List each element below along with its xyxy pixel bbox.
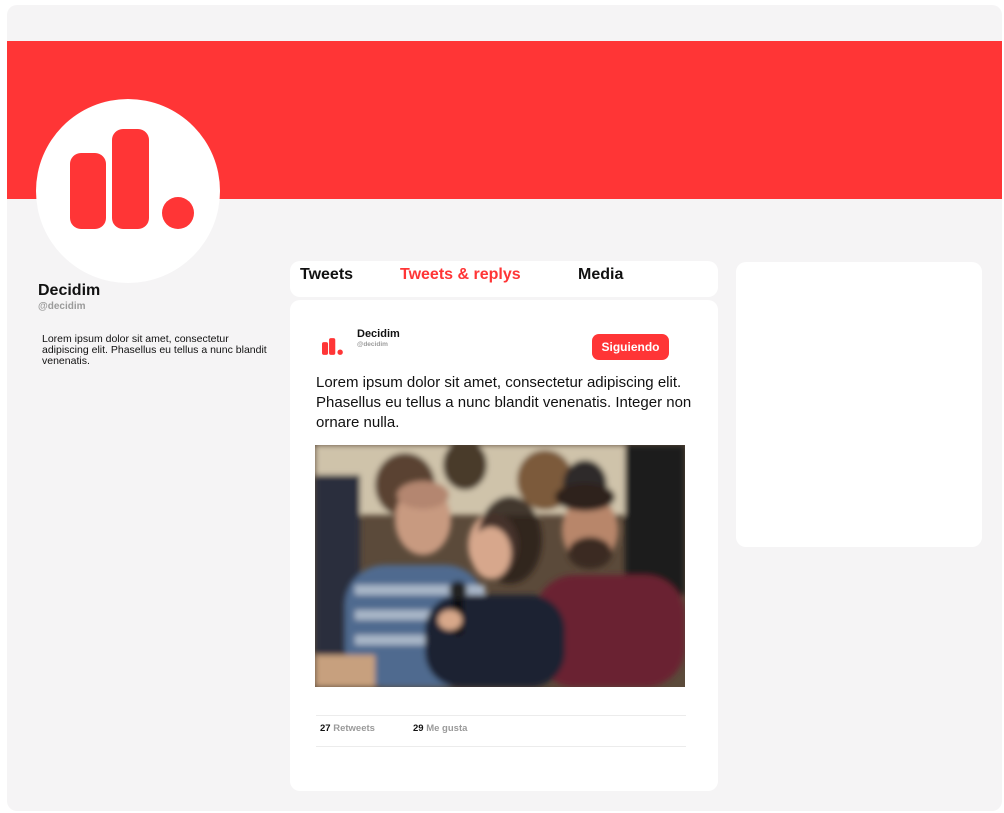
- profile-name: Decidim: [38, 282, 101, 299]
- likes-stat[interactable]: 29 Me gusta: [413, 723, 467, 734]
- tab-media[interactable]: Media: [578, 266, 623, 284]
- retweets-count: 27: [320, 723, 331, 734]
- timeline-tabs: Tweets Tweets & replys Media: [290, 261, 718, 297]
- tweet-image[interactable]: [315, 445, 685, 687]
- tweet-card: Decidim @decidim Siguiendo Lorem ipsum d…: [290, 300, 718, 791]
- retweets-label: Retweets: [333, 723, 375, 734]
- divider: [316, 746, 686, 747]
- likes-label: Me gusta: [426, 723, 468, 734]
- profile-avatar[interactable]: [36, 99, 220, 283]
- profile-handle: @decidim: [38, 301, 86, 312]
- app-frame: Decidim @decidim Lorem ipsum dolor sit a…: [7, 5, 1002, 811]
- likes-count: 29: [413, 723, 424, 734]
- decidim-logo-icon: [70, 129, 194, 229]
- tab-tweets-and-replies[interactable]: Tweets & replys: [400, 266, 521, 284]
- tweet-author-handle: @decidim: [357, 341, 388, 348]
- photo-of-people-at-meeting: [315, 445, 685, 687]
- profile-bio: Lorem ipsum dolor sit amet, consectetur …: [42, 333, 267, 367]
- retweets-stat[interactable]: 27 Retweets: [320, 723, 375, 734]
- tweet-text: Lorem ipsum dolor sit amet, consectetur …: [316, 374, 692, 431]
- following-button[interactable]: Siguiendo: [592, 334, 669, 360]
- decidim-logo-icon: [322, 338, 343, 355]
- tab-tweets[interactable]: Tweets: [300, 266, 353, 284]
- right-sidebar-panel: [736, 262, 982, 547]
- divider: [316, 715, 686, 716]
- tweet-author-name[interactable]: Decidim: [357, 328, 400, 340]
